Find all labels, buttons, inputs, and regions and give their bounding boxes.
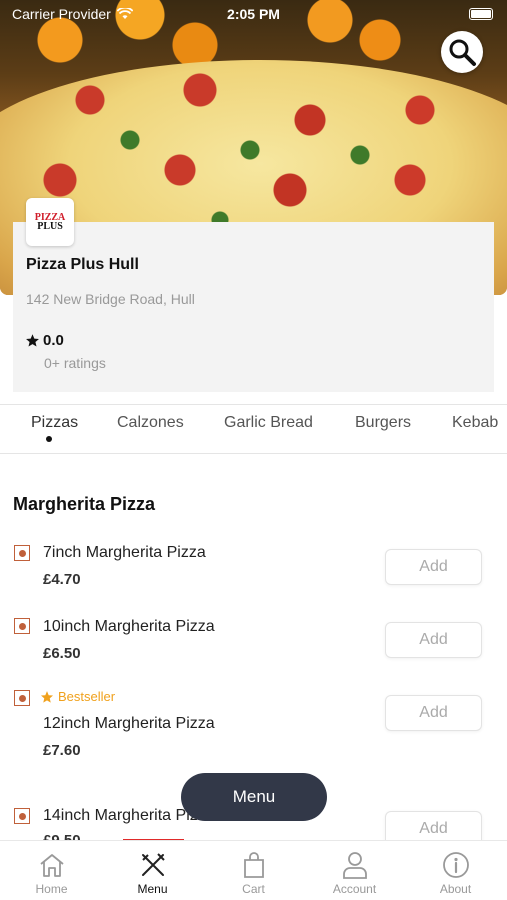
logo-text-bottom: PLUS: [37, 221, 63, 232]
nav-home[interactable]: Home: [1, 841, 102, 900]
tab-kebab[interactable]: Kebab: [452, 414, 498, 432]
category-tabs: Pizzas Calzones Garlic Bread Burgers Keb…: [0, 405, 507, 453]
restaurant-address: 142 New Bridge Road, Hull: [26, 291, 195, 307]
item-price: £7.60: [43, 742, 81, 759]
item-name: 7inch Margherita Pizza: [43, 544, 206, 561]
search-icon: [449, 39, 476, 66]
add-button[interactable]: Add: [385, 622, 482, 658]
active-tab-indicator: [46, 436, 52, 442]
restaurant-logo: PIZZA PLUS: [26, 198, 74, 246]
item-name: 12inch Margherita Pizza: [43, 715, 215, 732]
nav-account[interactable]: Account: [304, 841, 405, 900]
add-button[interactable]: Add: [385, 549, 482, 585]
status-bar: Carrier Provider 2:05 PM: [0, 0, 507, 28]
bestseller-badge: Bestseller: [40, 689, 115, 704]
nav-cart[interactable]: Cart: [203, 841, 304, 900]
section-title: Margherita Pizza: [13, 494, 156, 514]
item-name: 10inch Margherita Pizza: [43, 618, 215, 635]
tab-garlic-bread[interactable]: Garlic Bread: [224, 414, 313, 432]
add-button[interactable]: Add: [385, 695, 482, 731]
nav-menu[interactable]: Menu: [102, 841, 203, 900]
user-icon: [342, 852, 367, 879]
info-icon: [442, 852, 469, 878]
floating-menu-button[interactable]: Menu: [181, 773, 327, 821]
rating-count: 0+ ratings: [44, 355, 106, 371]
nav-cart-label: Cart: [242, 882, 265, 896]
nav-about-label: About: [439, 882, 472, 896]
search-button[interactable]: [441, 31, 483, 73]
tab-calzones[interactable]: Calzones: [117, 414, 184, 432]
nav-menu-label: Menu: [137, 882, 168, 896]
veg-marker-icon: [14, 618, 30, 634]
star-icon: [40, 690, 54, 703]
bestseller-label: Bestseller: [58, 689, 116, 704]
item-price: £6.50: [43, 645, 81, 662]
nav-about[interactable]: About: [405, 841, 506, 900]
nav-home-label: Home: [35, 882, 68, 896]
nav-account-label: Account: [332, 882, 377, 896]
item-price: £4.70: [43, 571, 81, 588]
bottom-nav: Home Menu Cart Account About: [0, 840, 507, 900]
rating-number: 0.0: [43, 332, 64, 349]
home-icon: [39, 854, 64, 877]
cart-bag-icon: [243, 852, 264, 878]
veg-marker-icon: [14, 545, 30, 561]
restaurant-name: Pizza Plus Hull: [26, 256, 139, 273]
tab-burgers[interactable]: Burgers: [355, 414, 411, 432]
veg-marker-icon: [14, 808, 30, 824]
battery-icon: [469, 8, 493, 20]
status-time: 2:05 PM: [227, 6, 280, 22]
star-icon: [26, 334, 39, 347]
veg-marker-icon: [14, 690, 30, 706]
rating-value: 0.0: [25, 332, 64, 349]
divider: [0, 453, 507, 454]
tab-pizzas[interactable]: Pizzas: [31, 414, 78, 432]
fork-knife-icon: [141, 853, 165, 876]
